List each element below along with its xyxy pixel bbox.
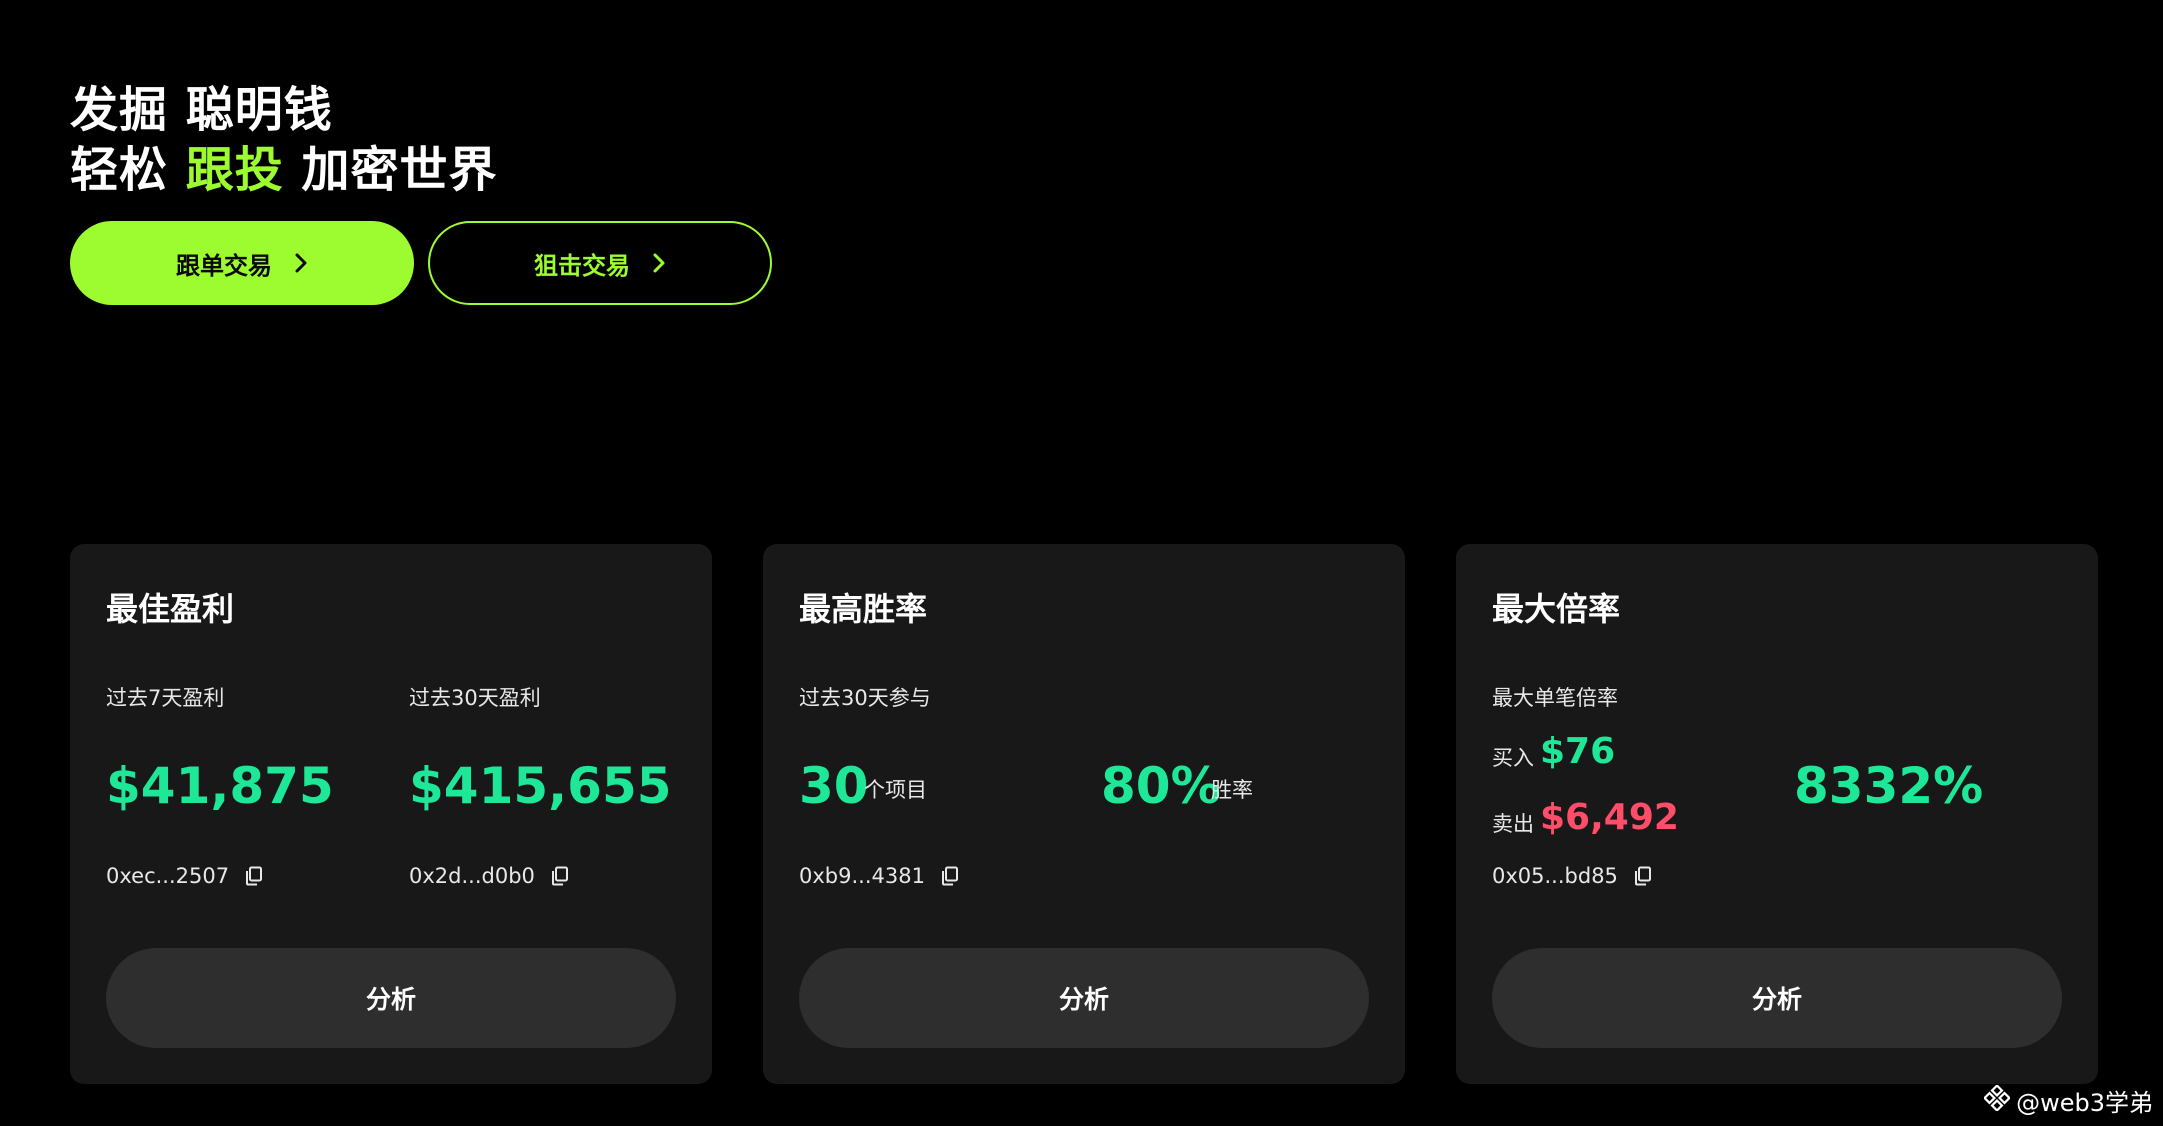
address-text: 0x2d...d0b0 (409, 864, 535, 888)
sell-label: 卖出 (1492, 812, 1534, 836)
value-multiple: 8332% (1794, 757, 1984, 815)
card-best-profit: 最佳盈利 过去7天盈利 过去30天盈利 $41,875 $415,655 0xe… (70, 544, 712, 1084)
label-30d-profit: 过去30天盈利 (409, 686, 541, 710)
wallet-address-30d: 0x2d...d0b0 (409, 864, 569, 888)
hero-line-2: 轻松 跟投 加密世界 (70, 140, 497, 200)
analyze-button[interactable]: 分析 (106, 948, 676, 1048)
value-projects: 30 (799, 757, 869, 815)
label-7d-profit: 过去7天盈利 (106, 686, 225, 710)
sell-value: $6,492 (1540, 797, 1679, 838)
hero-line-2-end: 加密世界 (283, 142, 498, 198)
snipe-trade-button[interactable]: 狙击交易 (428, 221, 772, 305)
copy-icon[interactable] (941, 866, 959, 886)
card-highest-winrate: 最高胜率 过去30天参与 30 个项目 80% 胜率 0xb9...4381 分… (763, 544, 1405, 1084)
value-7d-profit: $41,875 (106, 757, 334, 815)
winrate-unit: 胜率 (1211, 778, 1253, 802)
chevron-right-icon (652, 252, 666, 274)
copy-trade-label: 跟单交易 (176, 251, 272, 280)
watermark: @web3学弟 (1983, 1083, 2153, 1118)
page: 发掘 聪明钱 轻松 跟投 加密世界 跟单交易 狙击交易 最佳盈利 过去7天盈利 … (0, 0, 2163, 1126)
card-title: 最佳盈利 (106, 590, 235, 628)
address-text: 0x05...bd85 (1492, 864, 1618, 888)
wallet-address-7d: 0xec...2507 (106, 864, 263, 888)
value-30d-profit: $415,655 (409, 757, 672, 815)
card-max-multiple: 最大倍率 最大单笔倍率 买入 $76 卖出 $6,492 8332% 0x05.… (1456, 544, 2098, 1084)
wallet-address: 0x05...bd85 (1492, 864, 1652, 888)
analyze-button[interactable]: 分析 (1492, 948, 2062, 1048)
value-winrate: 80% (1101, 757, 1221, 815)
card-title: 最高胜率 (799, 590, 928, 628)
projects-unit: 个项目 (864, 778, 927, 802)
watermark-text: @web3学弟 (2016, 1089, 2153, 1117)
label-30d-participation: 过去30天参与 (799, 686, 931, 710)
card-title: 最大倍率 (1492, 590, 1621, 628)
address-text: 0xb9...4381 (799, 864, 925, 888)
hero-line-2-start: 轻松 (70, 142, 186, 198)
buy-value: $76 (1540, 731, 1616, 772)
address-text: 0xec...2507 (106, 864, 230, 888)
hero-line-1: 发掘 聪明钱 (70, 82, 333, 138)
copy-icon[interactable] (245, 866, 263, 886)
label-max-single-multiple: 最大单笔倍率 (1492, 686, 1618, 710)
binance-logo-icon (1983, 1083, 2012, 1117)
chevron-right-icon (294, 252, 308, 274)
buy-label: 买入 (1492, 746, 1534, 770)
copy-icon[interactable] (551, 866, 569, 886)
snipe-trade-label: 狙击交易 (534, 251, 630, 280)
hero-buttons: 跟单交易 狙击交易 (70, 221, 772, 305)
copy-trade-button[interactable]: 跟单交易 (70, 221, 414, 305)
copy-icon[interactable] (1634, 866, 1652, 886)
hero-accent-word: 跟投 (185, 142, 284, 198)
analyze-button[interactable]: 分析 (799, 948, 1369, 1048)
hero-heading: 发掘 聪明钱 轻松 跟投 加密世界 (70, 80, 497, 200)
wallet-address: 0xb9...4381 (799, 864, 959, 888)
